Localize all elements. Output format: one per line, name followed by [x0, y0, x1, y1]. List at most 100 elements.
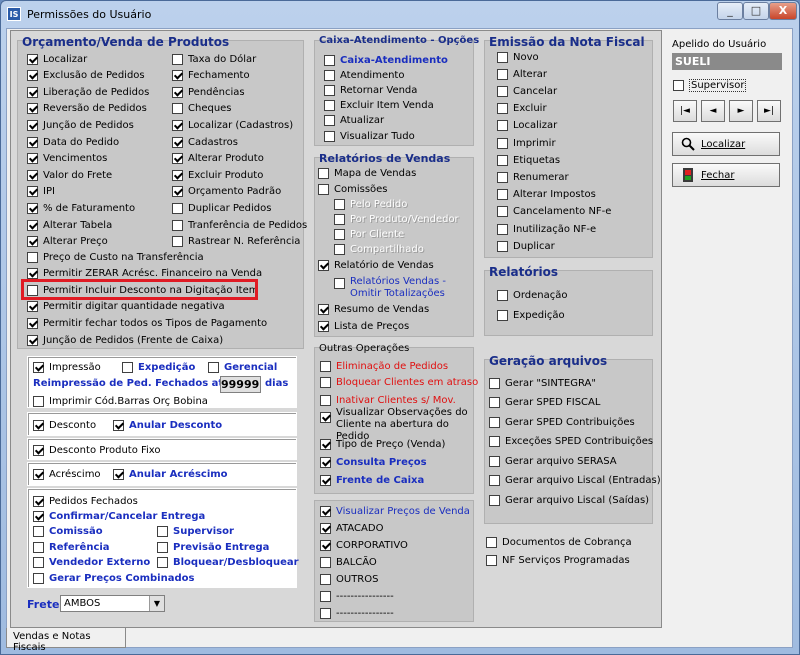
checkbox-permitir-fechar-todos-os-tipos-de-pagamento[interactable]: Permitir fechar todos os Tipos de Pagame…: [27, 316, 267, 330]
checkbox-taxa-do-dolar[interactable]: Taxa do Dólar: [172, 52, 256, 66]
checkbox-de-faturamento[interactable]: % de Faturamento: [27, 201, 135, 215]
checkbox-preco-de-custo-na-transferencia[interactable]: Preço de Custo na Transferência: [27, 250, 204, 264]
next-record-button[interactable]: ►: [729, 100, 753, 122]
checkbox-ger-gerar-sintegra[interactable]: Gerar "SINTEGRA": [489, 376, 596, 390]
checkbox-nota-alterar[interactable]: Alterar: [497, 67, 547, 81]
checkbox-nota-novo[interactable]: Novo: [497, 50, 539, 64]
previsao-entrega-checkbox[interactable]: Previsão Entrega: [157, 540, 269, 554]
checkbox-rel-expedicao[interactable]: Expedição: [497, 308, 565, 322]
checkbox-ger-gerar-arquivo-liscal-entradas[interactable]: Gerar arquivo Liscal (Entradas): [489, 474, 661, 488]
checkbox-compartilhado[interactable]: Compartilhado: [334, 242, 424, 256]
anular-desconto-checkbox[interactable]: Anular Desconto: [113, 418, 222, 432]
checkbox-reversao-de-pedidos[interactable]: Reversão de Pedidos: [27, 102, 147, 116]
checkbox-alterar-tabela[interactable]: Alterar Tabela: [27, 218, 112, 232]
checkbox-duplicar-pedidos[interactable]: Duplicar Pedidos: [172, 201, 272, 215]
checkbox-nota-duplicar[interactable]: Duplicar: [497, 239, 555, 253]
checkbox-rel-ordenacao[interactable]: Ordenação: [497, 288, 568, 302]
checkbox-preco-1[interactable]: ATACADO: [320, 521, 383, 535]
checkbox-juncao-de-pedidos[interactable]: Junção de Pedidos: [27, 118, 134, 132]
checkbox-pelo-pedido[interactable]: Pelo Pedido: [334, 197, 407, 211]
checkbox-cheques[interactable]: Cheques: [172, 102, 232, 116]
checkbox-tranferencia-de-pedidos[interactable]: Tranferência de Pedidos: [172, 218, 307, 232]
checkbox-por-produto-vendedor[interactable]: Por Produto/Vendedor: [334, 212, 459, 226]
checkbox-vencimentos[interactable]: Vencimentos: [27, 152, 107, 166]
expedicao-checkbox[interactable]: Expedição: [122, 360, 195, 374]
checkbox-preco-2[interactable]: CORPORATIVO: [320, 538, 408, 552]
supervisor-pedidos-checkbox[interactable]: Supervisor: [157, 524, 234, 538]
tab-vendas-notas[interactable]: Vendas e Notas Fiscais: [6, 628, 126, 653]
vendedor-externo-checkbox[interactable]: Vendedor Externo: [33, 555, 150, 569]
checkbox-nota-imprimir[interactable]: Imprimir: [497, 136, 556, 150]
title-bar[interactable]: IS Permissões do Usuário _ □ X: [1, 1, 799, 27]
bloquear-clientes-checkbox[interactable]: Bloquear Clientes em atraso: [320, 375, 478, 389]
checkbox-nota-localizar[interactable]: Localizar: [497, 119, 557, 133]
codbarras-checkbox[interactable]: Imprimir Cód.Barras Orç Bobina: [33, 394, 208, 408]
anular-acrescimo-checkbox[interactable]: Anular Acréscimo: [113, 467, 228, 481]
reimpressao-days-input[interactable]: 99999: [220, 376, 261, 393]
checkbox-preco-4[interactable]: OUTROS: [320, 572, 378, 586]
checkbox-rastrear-n-referencia[interactable]: Rastrear N. Referência: [172, 235, 300, 249]
checkbox-ger-gerar-arquivo-serasa[interactable]: Gerar arquivo SERASA: [489, 454, 617, 468]
nf-servicos-checkbox[interactable]: NF Serviços Programadas: [486, 553, 630, 567]
checkbox-nota-alterar-impostos[interactable]: Alterar Impostos: [497, 188, 596, 202]
checkbox-preco-6[interactable]: ----------------: [320, 606, 394, 620]
frente-caixa-checkbox[interactable]: Frente de Caixa: [320, 473, 424, 487]
prev-record-button[interactable]: ◄: [701, 100, 725, 122]
desconto-checkbox[interactable]: Desconto: [33, 418, 96, 432]
bloquear-desbloquear-checkbox[interactable]: Bloquear/Desbloquear: [157, 555, 299, 569]
documentos-cobranca-checkbox[interactable]: Documentos de Cobrança: [486, 535, 632, 549]
checkbox-cadastros[interactable]: Cadastros: [172, 135, 238, 149]
checkbox-caixa-atendimento[interactable]: Caixa-Atendimento: [324, 53, 448, 67]
referencia-checkbox[interactable]: Referência: [33, 540, 110, 554]
checkbox-liberacao-de-pedidos[interactable]: Liberação de Pedidos: [27, 85, 149, 99]
lista-precos-checkbox[interactable]: Lista de Preços: [318, 319, 409, 333]
mapa-vendas-checkbox[interactable]: Mapa de Vendas: [318, 166, 416, 180]
checkbox-nota-cancelar[interactable]: Cancelar: [497, 84, 557, 98]
checkbox-excluir-item-venda[interactable]: Excluir Item Venda: [324, 99, 434, 113]
checkbox-valor-do-frete[interactable]: Valor do Frete: [27, 168, 112, 182]
resumo-vendas-checkbox[interactable]: Resumo de Vendas: [318, 302, 429, 316]
first-record-button[interactable]: |◄: [673, 100, 697, 122]
checkbox-atendimento[interactable]: Atendimento: [324, 68, 404, 82]
checkbox-orcamento-padrao[interactable]: Orçamento Padrão: [172, 185, 281, 199]
checkbox-juncao-de-pedidos-frente-de-caixa[interactable]: Junção de Pedidos (Frente de Caixa): [27, 333, 223, 347]
checkbox-atualizar[interactable]: Atualizar: [324, 114, 384, 128]
checkbox-ger-gerar-sped-contribuicoes[interactable]: Gerar SPED Contribuições: [489, 415, 635, 429]
tipo-preco-checkbox[interactable]: Tipo de Preço (Venda): [320, 437, 445, 451]
checkbox-por-cliente[interactable]: Por Cliente: [334, 227, 404, 241]
localizar-button[interactable]: Localizar: [672, 132, 780, 156]
comissoes-checkbox[interactable]: Comissões: [318, 182, 388, 196]
acrescimo-checkbox[interactable]: Acréscimo: [33, 467, 101, 481]
apelido-field[interactable]: SUELI: [672, 53, 782, 70]
relatorios-omitir-checkbox[interactable]: Relatórios Vendas - Omitir Totalizações: [334, 276, 460, 300]
checkbox-excluir-produto[interactable]: Excluir Produto: [172, 168, 263, 182]
consulta-precos-checkbox[interactable]: Consulta Preços: [320, 455, 427, 469]
confirmar-entrega-checkbox[interactable]: Confirmar/Cancelar Entrega: [33, 509, 205, 523]
desconto-fixo-checkbox[interactable]: Desconto Produto Fixo: [33, 443, 161, 457]
supervisor-checkbox[interactable]: Supervisor: [673, 78, 747, 92]
checkbox-visualizar-tudo[interactable]: Visualizar Tudo: [324, 129, 415, 143]
checkbox-data-do-pedido[interactable]: Data do Pedido: [27, 135, 119, 149]
checkbox-alterar-preco[interactable]: Alterar Preço: [27, 235, 108, 249]
checkbox-pendencias[interactable]: Pendências: [172, 85, 245, 99]
pedidos-fechados-checkbox[interactable]: Pedidos Fechados: [33, 494, 138, 508]
frete-select[interactable]: AMBOS ▼: [60, 595, 165, 612]
close-button[interactable]: X: [769, 2, 797, 20]
minimize-button[interactable]: _: [717, 2, 743, 20]
checkbox-exclusao-de-pedidos[interactable]: Exclusão de Pedidos: [27, 69, 145, 83]
eliminacao-checkbox[interactable]: Eliminação de Pedidos: [320, 359, 448, 373]
checkbox-nota-etiquetas[interactable]: Etiquetas: [497, 153, 560, 167]
fechar-button[interactable]: Fechar: [672, 163, 780, 187]
checkbox-ger-excecoes-sped-contribuicoes[interactable]: Exceções SPED Contribuições: [489, 435, 653, 449]
last-record-button[interactable]: ►|: [757, 100, 781, 122]
checkbox-nota-renumerar[interactable]: Renumerar: [497, 170, 569, 184]
gerar-precos-checkbox[interactable]: Gerar Preços Combinados: [33, 571, 194, 585]
checkbox-ger-gerar-sped-fiscal[interactable]: Gerar SPED FISCAL: [489, 396, 600, 410]
gerencial-checkbox[interactable]: Gerencial: [208, 360, 277, 374]
checkbox-retornar-venda[interactable]: Retornar Venda: [324, 83, 417, 97]
visualizar-obs-checkbox[interactable]: Visualizar Observações do Cliente na abe…: [320, 407, 472, 442]
checkbox-nota-inutilizacao-nf-e[interactable]: Inutilização NF-e: [497, 222, 596, 236]
checkbox-preco-5[interactable]: ----------------: [320, 589, 394, 603]
comissao-checkbox[interactable]: Comissão: [33, 524, 103, 538]
checkbox-fechamento[interactable]: Fechamento: [172, 69, 250, 83]
